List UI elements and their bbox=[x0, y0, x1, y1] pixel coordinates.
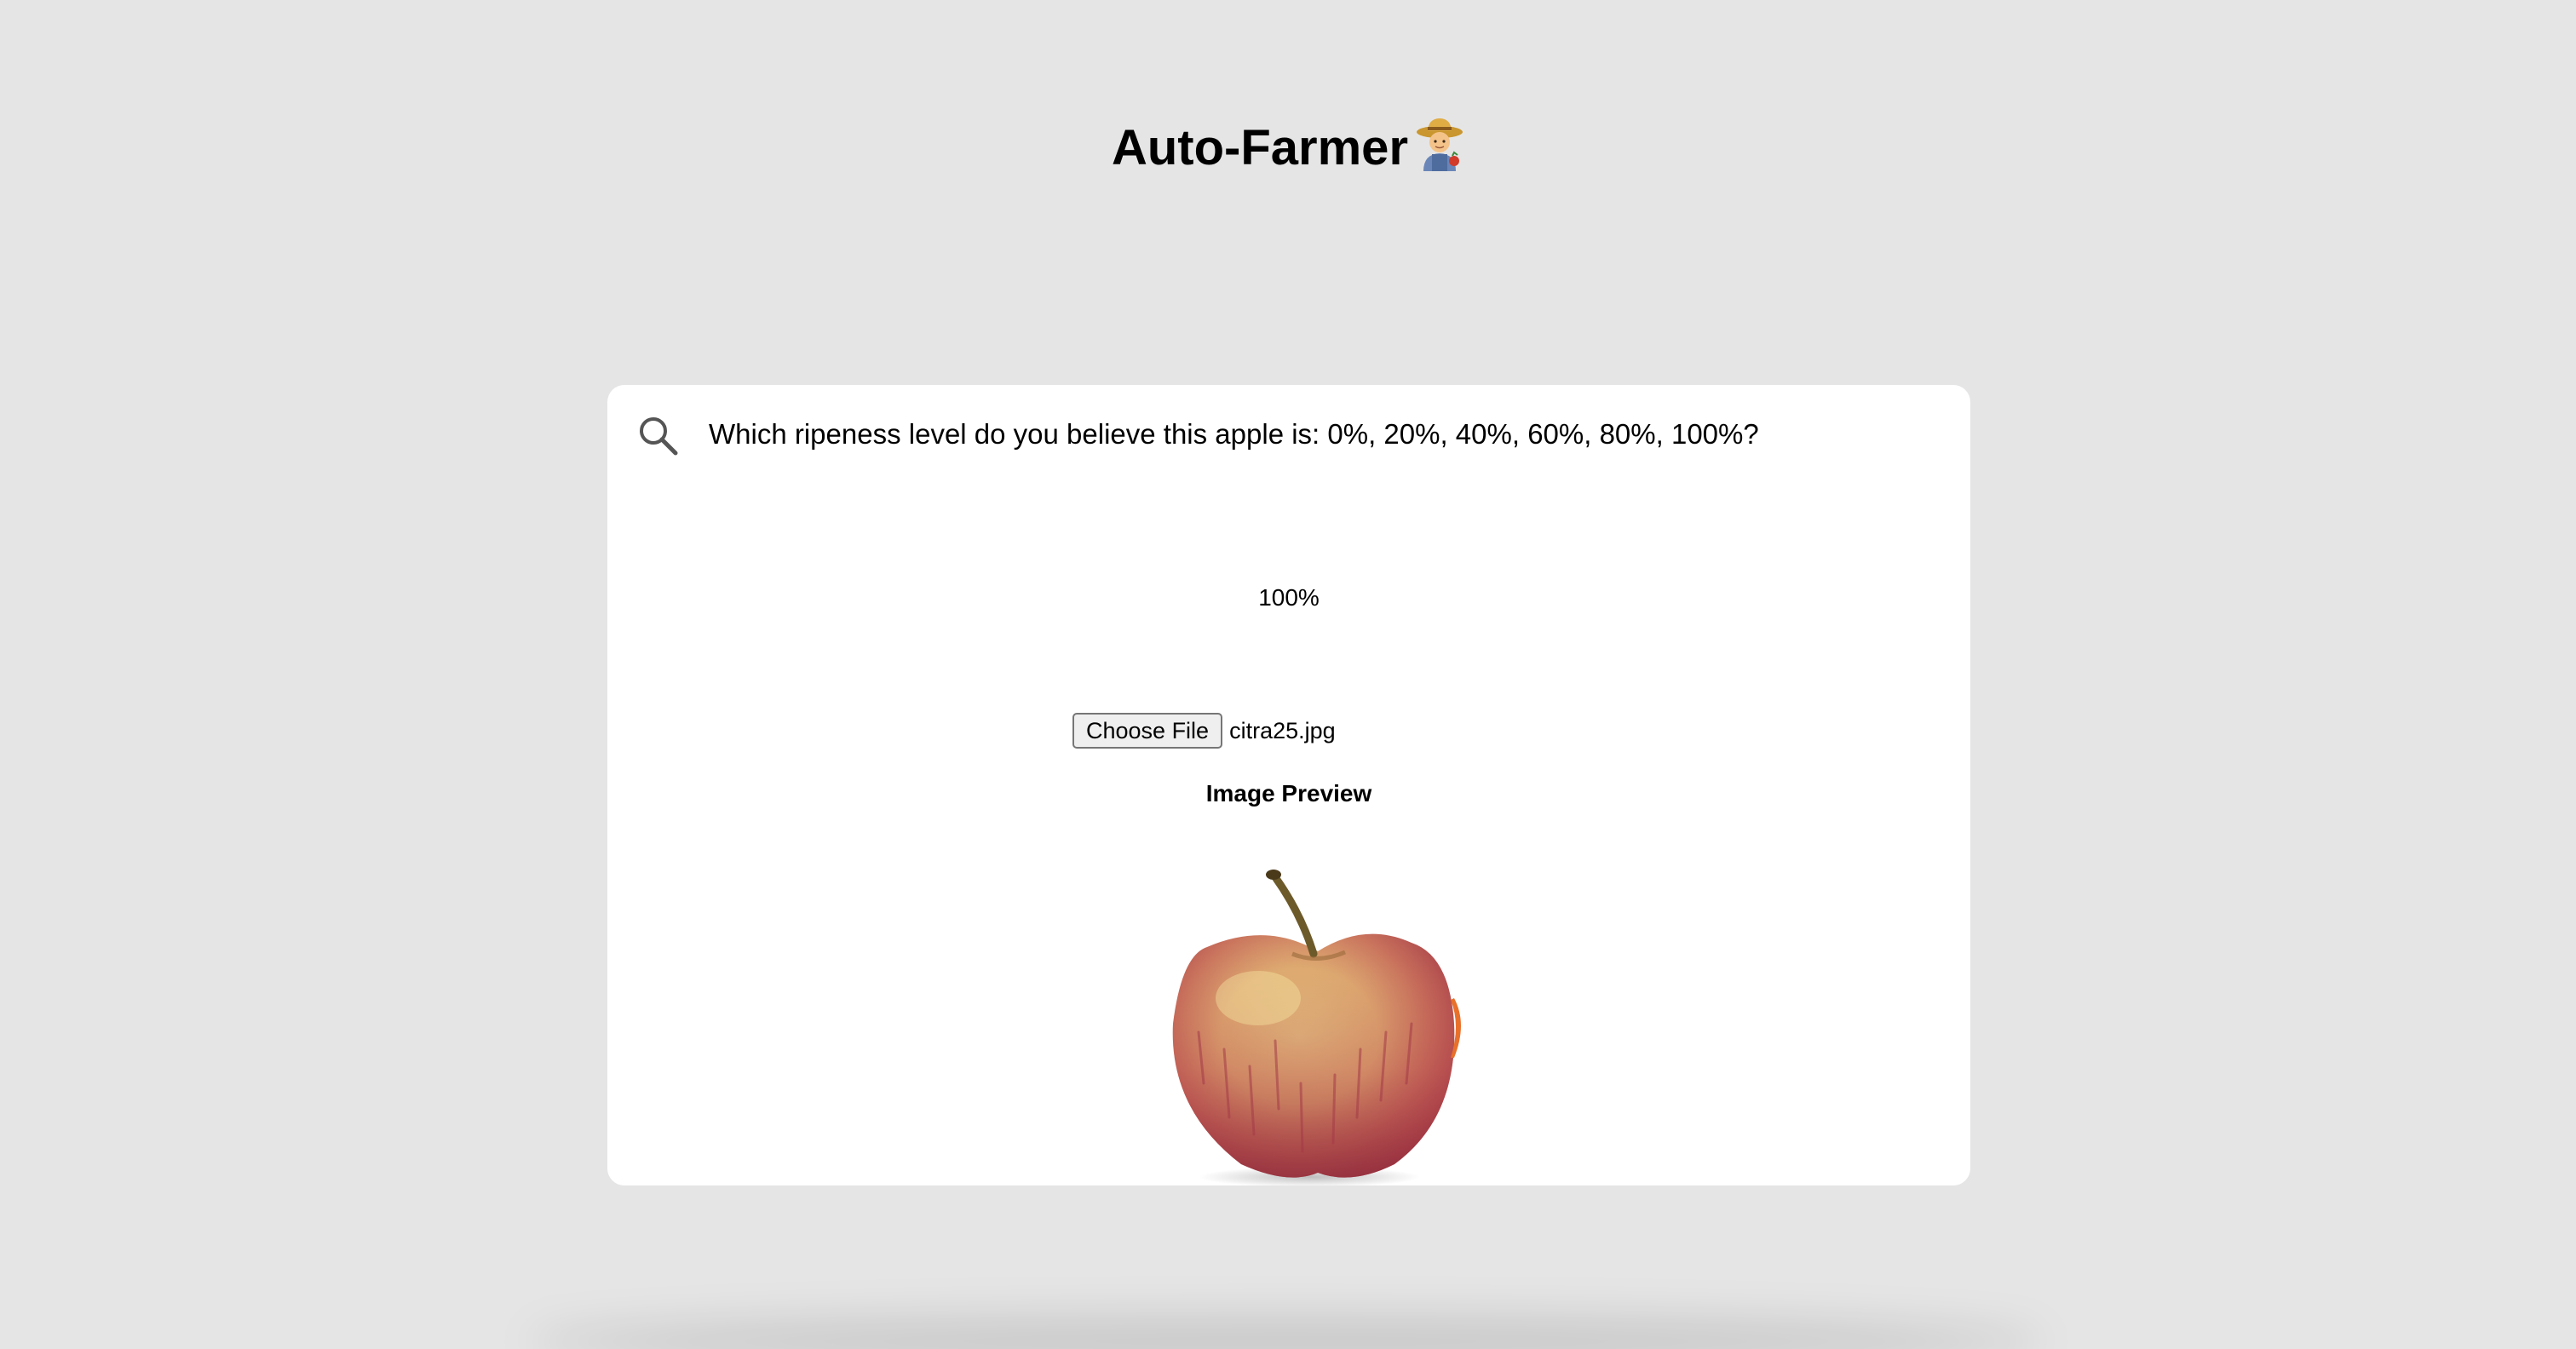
search-bar[interactable]: Which ripeness level do you believe this… bbox=[607, 385, 1970, 479]
image-preview-label: Image Preview bbox=[1205, 780, 1372, 807]
search-icon bbox=[640, 417, 678, 456]
ripeness-result: 100% bbox=[1258, 584, 1320, 611]
selected-file-name: citra25.jpg bbox=[1229, 718, 1336, 743]
main-card: Which ripeness level do you believe this… bbox=[607, 385, 1970, 1185]
apple-image bbox=[1172, 870, 1461, 1185]
file-input[interactable]: Choose File citra25.jpg bbox=[1072, 712, 1336, 749]
farmer-emoji-icon bbox=[1417, 118, 1463, 171]
page-title: Auto-Farmer bbox=[0, 109, 2576, 187]
search-query[interactable]: Which ripeness level do you believe this… bbox=[709, 414, 1759, 455]
page-title-text: Auto-Farmer bbox=[1111, 120, 1409, 175]
page: Auto-Farmer Which ripeness level do you … bbox=[0, 0, 2576, 1349]
choose-file-button[interactable]: Choose File bbox=[1072, 713, 1223, 749]
bottom-shadow bbox=[528, 1316, 2044, 1349]
